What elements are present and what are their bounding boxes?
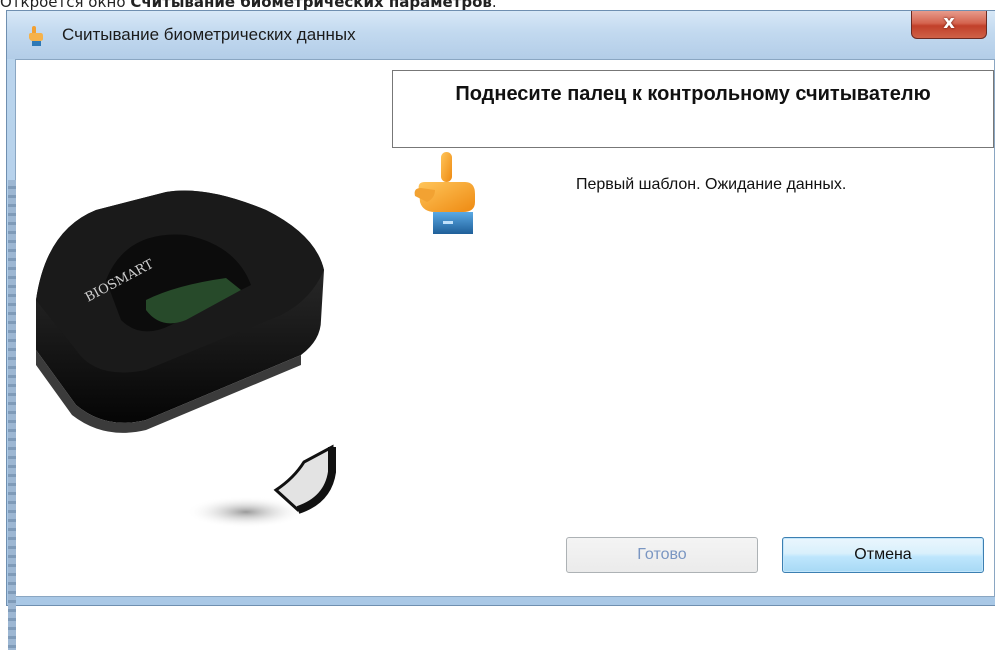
instruction-panel: Поднесите палец к контрольному считывате… xyxy=(392,70,994,148)
window-edge-decoration xyxy=(8,180,16,650)
close-button[interactable]: x xyxy=(911,11,987,39)
window-title: Считывание биометрических данных xyxy=(62,25,356,44)
title-bar[interactable]: Считывание биометрических данных x xyxy=(7,11,995,59)
done-button[interactable]: Готово xyxy=(566,537,758,573)
biometric-dialog-window: Считывание биометрических данных x Подне… xyxy=(6,10,995,650)
status-message: Первый шаблон. Ожидание данных. xyxy=(576,176,847,193)
cancel-button[interactable]: Отмена xyxy=(782,537,984,573)
hand-pointer-icon xyxy=(414,152,475,234)
instruction-text: Поднесите палец к контрольному считывате… xyxy=(455,83,931,105)
hand-pointer-icon xyxy=(29,26,43,46)
dialog-content: Поднесите палец к контрольному считывате… xyxy=(8,59,995,650)
fingerprint-scanner-icon: BIOSMART xyxy=(36,190,336,528)
